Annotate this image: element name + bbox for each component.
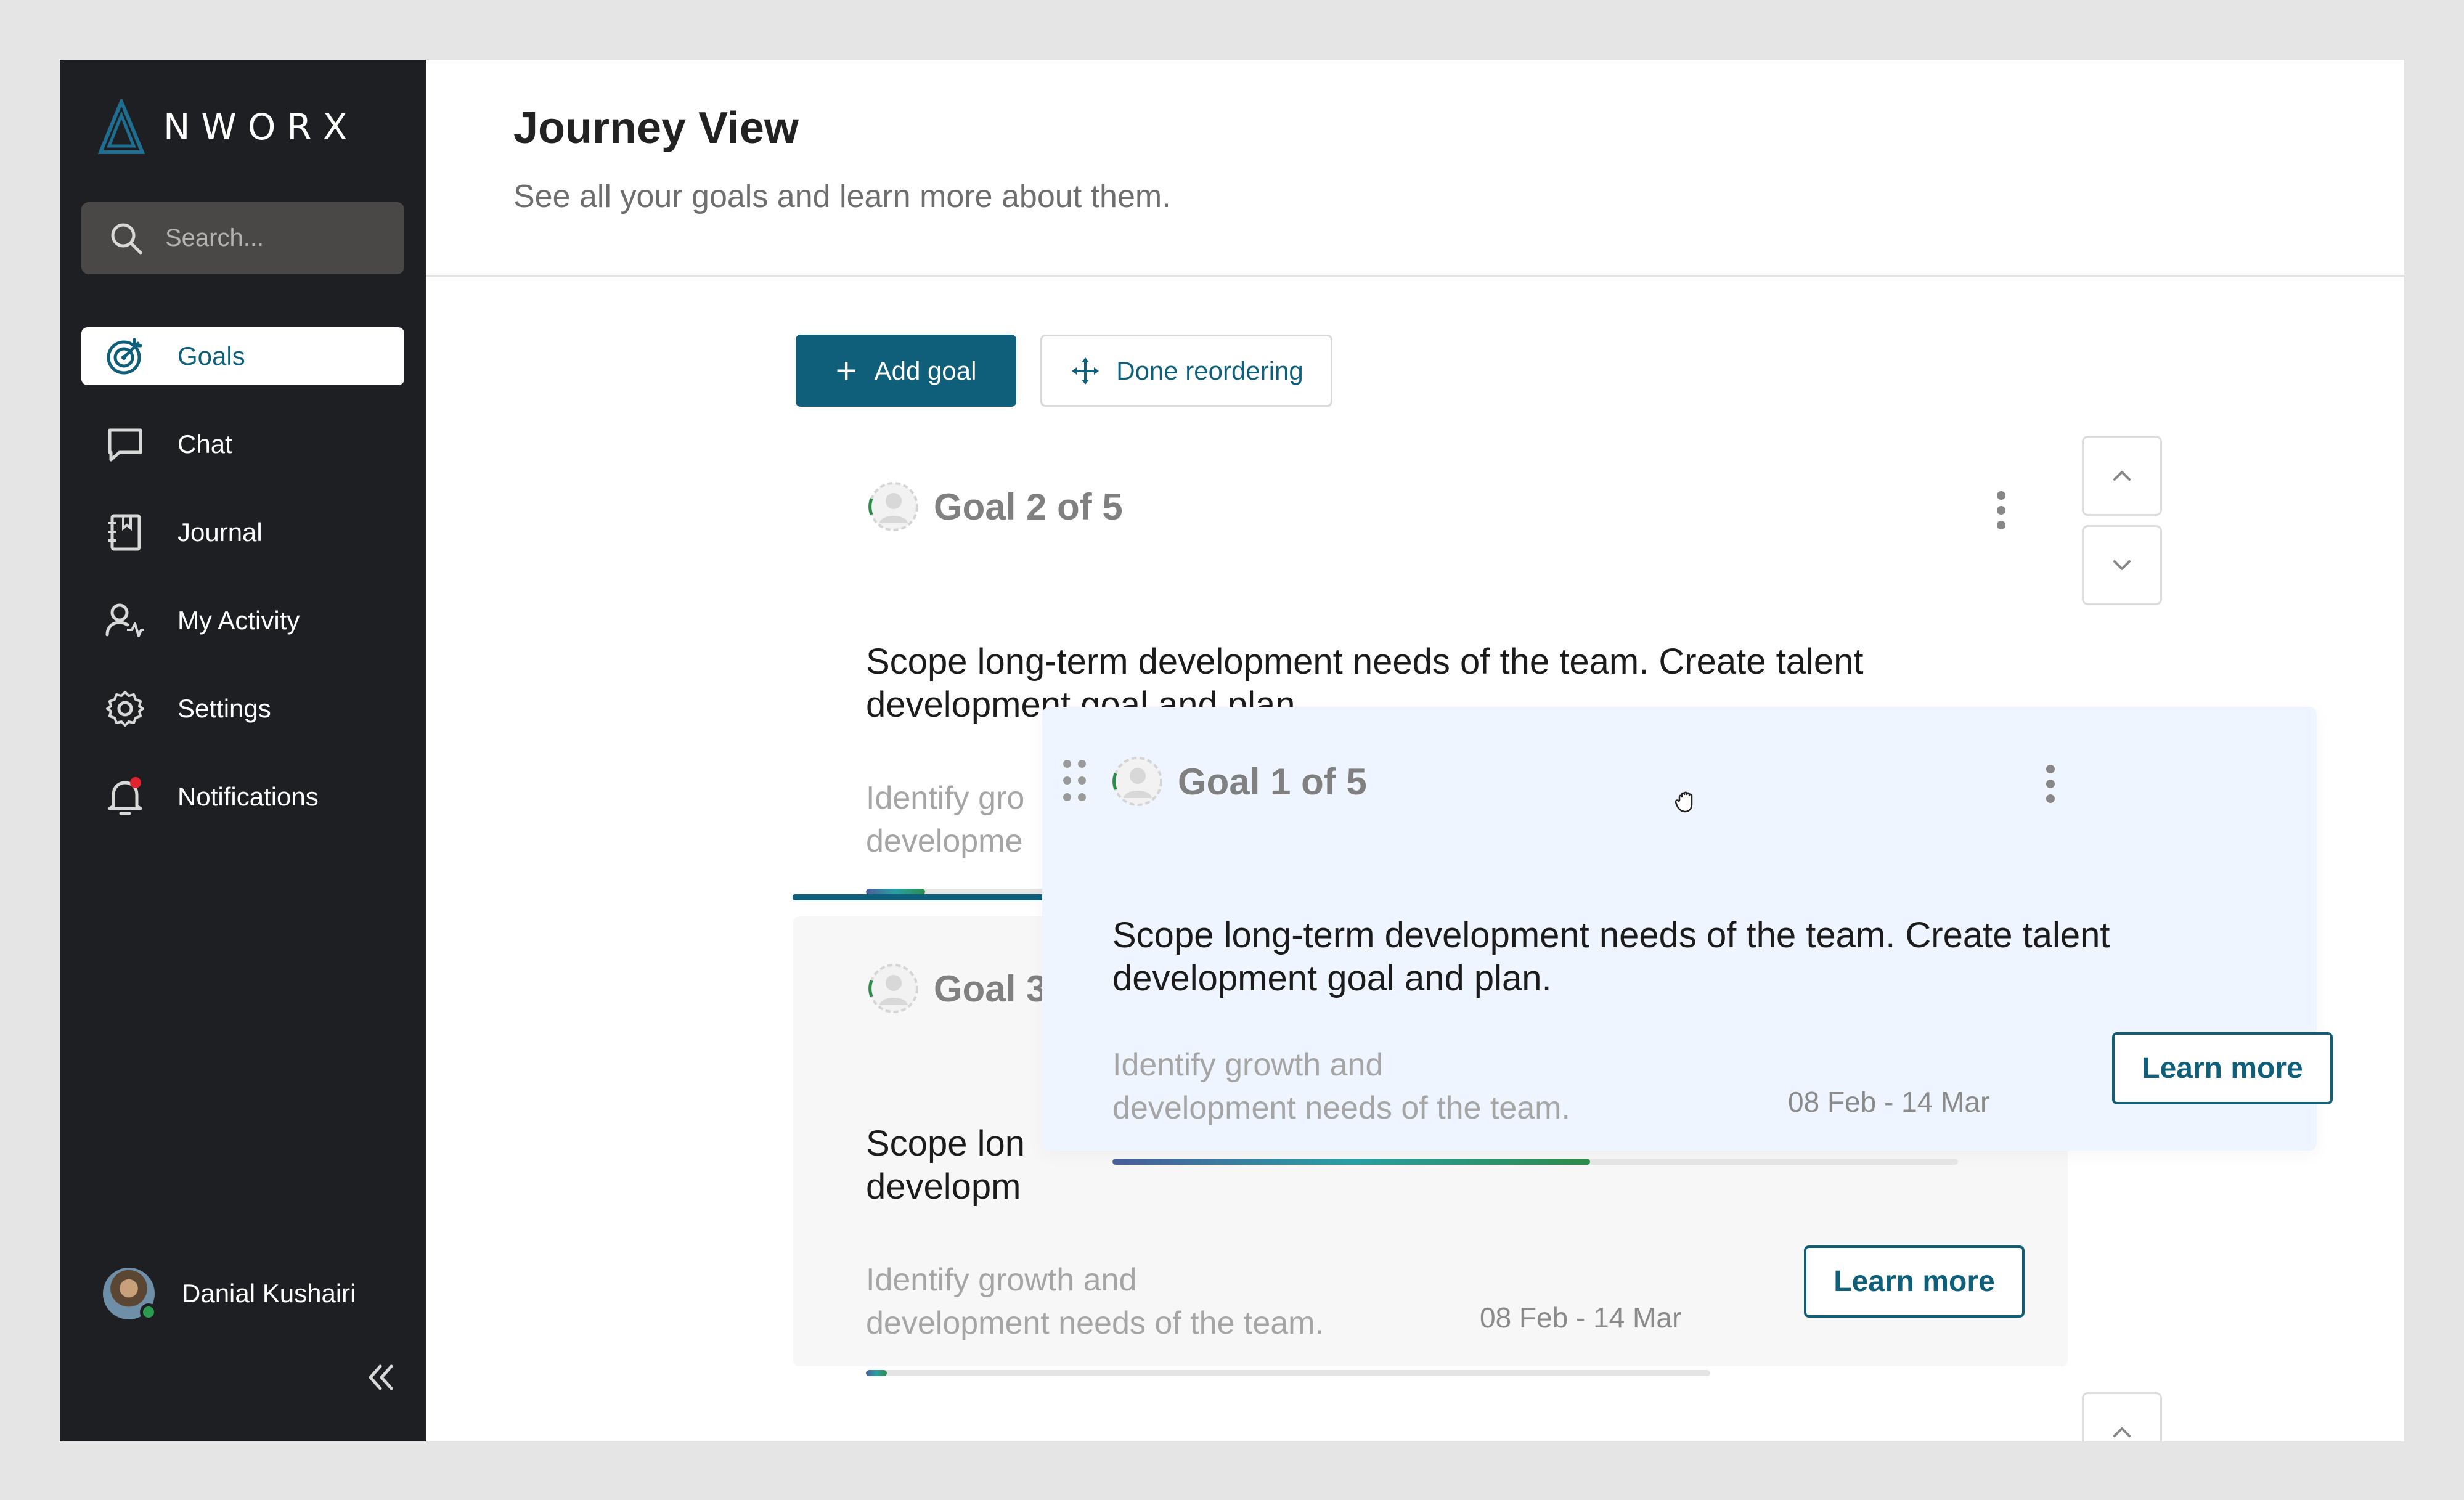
user-name: Danial Kushairi: [182, 1279, 356, 1308]
goal-progress-fill: [866, 1370, 887, 1376]
done-reordering-button[interactable]: Done reordering: [1040, 335, 1332, 407]
sidebar-item-label: Settings: [177, 694, 271, 723]
drop-indicator: [793, 894, 1064, 900]
search-icon: [111, 223, 142, 254]
goal-title: Goal 3: [934, 968, 1047, 1009]
goal-subtext: development needs of the team.: [866, 1305, 1324, 1341]
sidebar-item-label: Notifications: [177, 782, 319, 811]
goal-progress-bar: [1112, 1159, 1958, 1165]
avatar: [103, 1268, 157, 1321]
user-activity-icon: [105, 603, 144, 637]
goal-description: Scope long-term development needs of the…: [1112, 915, 2110, 998]
online-status-dot: [140, 1303, 157, 1321]
goal-title: Goal 2 of 5: [934, 486, 1123, 528]
add-goal-button[interactable]: + Add goal: [796, 335, 1016, 407]
goal-subtext: Identify growth and: [866, 1262, 1137, 1298]
learn-more-button[interactable]: Learn more: [2112, 1032, 2333, 1104]
notification-badge: [130, 777, 141, 788]
more-options-icon[interactable]: [2043, 765, 2058, 808]
bell-icon: [108, 777, 142, 815]
search-box[interactable]: [81, 202, 404, 274]
chat-bubble-icon: [108, 428, 142, 462]
goal-title: Goal 1 of 5: [1178, 760, 1367, 802]
goal-progress-fill: [1112, 1159, 1591, 1165]
target-icon: [107, 338, 142, 375]
page-subtitle: See all your goals and learn more about …: [513, 179, 1171, 214]
double-chevron-left-icon[interactable]: [364, 1360, 399, 1395]
sidebar-item-goals[interactable]: Goals: [81, 327, 404, 385]
move-up-button[interactable]: [2082, 436, 2162, 516]
goal-description: Scope lon: [866, 1123, 1025, 1164]
sidebar-item-journal[interactable]: Journal: [81, 503, 404, 561]
goal-card-header: Goal 1 of 5: [1110, 754, 1367, 809]
sidebar: NWORX Goals Chat: [60, 60, 426, 1441]
goal-subtext: developme: [866, 823, 1023, 859]
goal-card-header: Goal 3: [866, 961, 1046, 1016]
goal-subtext: Identify growth and: [1112, 1047, 1384, 1083]
more-options-icon[interactable]: [1994, 491, 2009, 534]
goal-subtext: development needs of the team.: [1112, 1090, 1570, 1126]
sidebar-item-settings[interactable]: Settings: [81, 680, 404, 738]
plus-icon: +: [835, 349, 857, 391]
page-header: Journey View See all your goals and lear…: [426, 60, 2404, 277]
nworx-logo-icon: [98, 99, 145, 154]
gear-icon: [106, 691, 144, 727]
goal-subtext: Identify gro: [866, 780, 1025, 816]
learn-more-button[interactable]: Learn more: [1804, 1245, 2025, 1318]
sidebar-item-label: Journal: [177, 518, 263, 547]
move-up-button[interactable]: [2082, 1392, 2162, 1441]
drag-handle-icon[interactable]: [1063, 760, 1088, 803]
chevron-up-icon: [2113, 471, 2131, 481]
brand-name: NWORX: [163, 106, 359, 148]
sidebar-item-notifications[interactable]: Notifications: [81, 768, 404, 826]
sidebar-item-label: My Activity: [177, 606, 300, 635]
add-goal-label: Add goal: [874, 356, 977, 385]
grab-cursor-icon: [1675, 791, 1693, 813]
done-reordering-label: Done reordering: [1116, 356, 1303, 385]
goal-progress-avatar-icon: [868, 964, 918, 1013]
page-title: Journey View: [513, 104, 799, 153]
search-input[interactable]: [165, 224, 387, 252]
brand-logo[interactable]: NWORX: [98, 99, 358, 155]
sidebar-item-label: Chat: [177, 430, 232, 459]
goal-progress-bar: [866, 1370, 1710, 1376]
move-down-button[interactable]: [2082, 525, 2162, 605]
user-profile[interactable]: Danial Kushairi: [103, 1268, 356, 1321]
sidebar-item-chat[interactable]: Chat: [81, 415, 404, 473]
sidebar-item-my-activity[interactable]: My Activity: [81, 592, 404, 650]
goal-dates: 08 Feb - 14 Mar: [1480, 1302, 1682, 1334]
goal-progress-avatar-icon: [868, 482, 918, 531]
goal-dates: 08 Feb - 14 Mar: [1788, 1086, 1990, 1118]
goal-progress-avatar-icon: [1112, 757, 1162, 806]
move-arrows-icon: [1072, 357, 1099, 385]
goal-card-dragging[interactable]: Goal 1 of 5 Scope long-term development …: [1042, 707, 2333, 1165]
chevron-up-icon: [2113, 1427, 2131, 1437]
goal-description: developm: [866, 1167, 1021, 1207]
sidebar-item-label: Goals: [177, 341, 245, 370]
chevron-down-icon: [2113, 560, 2131, 570]
app-window: NWORX Goals Chat: [60, 60, 2404, 1441]
journal-icon: [108, 514, 141, 551]
goal-card-header: Goal 2 of 5: [866, 479, 1123, 534]
